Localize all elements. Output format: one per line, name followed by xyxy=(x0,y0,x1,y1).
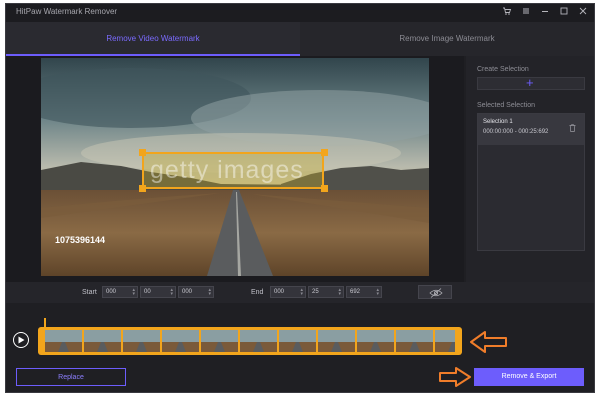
thumbnail-frame xyxy=(318,330,355,352)
close-icon[interactable] xyxy=(578,6,588,18)
play-icon xyxy=(18,336,25,344)
spinner-icon[interactable]: ▴ ▾ xyxy=(170,288,173,297)
selection-handle-top-right[interactable] xyxy=(321,149,328,156)
thumbnail-frame xyxy=(435,330,455,352)
video-stage: getty images 1075396144 xyxy=(6,56,464,282)
end-minutes-field[interactable]: 000 ▴ ▾ xyxy=(270,286,306,298)
add-selection-button[interactable]: + xyxy=(477,75,585,90)
thumbnail-frames xyxy=(45,330,455,352)
arrow-left-icon xyxy=(470,331,507,353)
end-milliseconds-value: 692 xyxy=(350,289,361,295)
watermark-selection-box[interactable]: getty images xyxy=(142,152,324,189)
video-preview[interactable]: getty images 1075396144 xyxy=(41,58,429,276)
thumbnail-frame xyxy=(396,330,433,352)
app-window: HitPaw Watermark Remover Remove Video Wa… xyxy=(5,3,595,393)
start-milliseconds-value: 000 xyxy=(182,289,193,295)
playhead-marker[interactable] xyxy=(44,318,46,327)
selected-selection-label: Selected Selection xyxy=(477,102,535,109)
title-bar: HitPaw Watermark Remover xyxy=(6,4,594,22)
thumbnail-frame xyxy=(84,330,121,352)
arrow-right-icon xyxy=(439,367,471,387)
selection-handle-bottom-left[interactable] xyxy=(139,185,146,192)
maximize-icon[interactable] xyxy=(559,6,569,18)
spinner-icon[interactable]: ▴ ▾ xyxy=(300,288,303,297)
start-minutes-value: 000 xyxy=(106,289,117,295)
tab-remove-image-watermark[interactable]: Remove Image Watermark xyxy=(300,22,594,56)
replace-button[interactable]: Replace xyxy=(16,368,126,386)
start-minutes-field[interactable]: 000 ▴ ▾ xyxy=(102,286,138,298)
minimize-icon[interactable] xyxy=(540,6,550,18)
tab-remove-video-watermark[interactable]: Remove Video Watermark xyxy=(6,22,300,56)
thumbnail-frame xyxy=(279,330,316,352)
thumbnail-frame xyxy=(240,330,277,352)
remove-export-button[interactable]: Remove & Export xyxy=(474,368,584,386)
plus-icon: + xyxy=(526,75,534,90)
app-title: HitPaw Watermark Remover xyxy=(16,7,118,16)
thumbnail-frame xyxy=(162,330,199,352)
selection-item[interactable]: Selection 1 000:00:000 - 000:25:692 xyxy=(478,114,584,145)
end-milliseconds-field[interactable]: 692 ▴ ▾ xyxy=(346,286,382,298)
spinner-icon[interactable]: ▴ ▾ xyxy=(132,288,135,297)
window-controls xyxy=(502,6,588,18)
start-label: Start xyxy=(82,289,97,296)
thumbnail-frame xyxy=(357,330,394,352)
selection-time-range: 000:00:000 - 000:25:692 xyxy=(483,129,549,135)
thumbnail-frame xyxy=(123,330,160,352)
timeline xyxy=(6,303,594,363)
end-label: End xyxy=(251,289,264,296)
end-seconds-value: 25 xyxy=(312,289,319,295)
play-button[interactable] xyxy=(13,332,29,348)
menu-icon[interactable] xyxy=(521,6,531,18)
start-seconds-field[interactable]: 00 ▴ ▾ xyxy=(140,286,176,298)
watermark-text: getty images xyxy=(150,156,304,184)
create-selection-label: Create Selection xyxy=(477,66,529,73)
selection-handle-bottom-right[interactable] xyxy=(321,185,328,192)
bottom-bar: Replace Remove & Export xyxy=(6,363,594,392)
selection-list: Selection 1 000:00:000 - 000:25:692 xyxy=(477,113,585,251)
eye-slash-icon xyxy=(429,288,443,298)
hide-preview-button[interactable] xyxy=(418,285,452,299)
selection-panel: Create Selection + Selected Selection Se… xyxy=(466,56,594,282)
thumbnail-frame xyxy=(45,330,82,352)
video-overlay-number: 1075396144 xyxy=(55,235,106,245)
start-milliseconds-field[interactable]: 000 ▴ ▾ xyxy=(178,286,214,298)
cart-icon[interactable] xyxy=(502,6,512,18)
start-seconds-value: 00 xyxy=(144,289,151,295)
spinner-icon[interactable]: ▴ ▾ xyxy=(208,288,211,297)
mode-tabs: Remove Video Watermark Remove Image Wate… xyxy=(6,22,594,56)
timeline-clip-strip[interactable] xyxy=(38,327,462,355)
selection-handle-top-left[interactable] xyxy=(139,149,146,156)
thumbnail-frame xyxy=(201,330,238,352)
time-controls: Start 000 ▴ ▾ 00 ▴ ▾ 000 ▴ ▾ End 000 ▴ ▾ 25 ▴ ▾ 69… xyxy=(6,282,594,303)
end-minutes-value: 000 xyxy=(274,289,285,295)
trash-icon[interactable] xyxy=(569,124,576,132)
end-seconds-field[interactable]: 25 ▴ ▾ xyxy=(308,286,344,298)
selection-name: Selection 1 xyxy=(483,119,513,125)
spinner-icon[interactable]: ▴ ▾ xyxy=(338,288,341,297)
spinner-icon[interactable]: ▴ ▾ xyxy=(376,288,379,297)
